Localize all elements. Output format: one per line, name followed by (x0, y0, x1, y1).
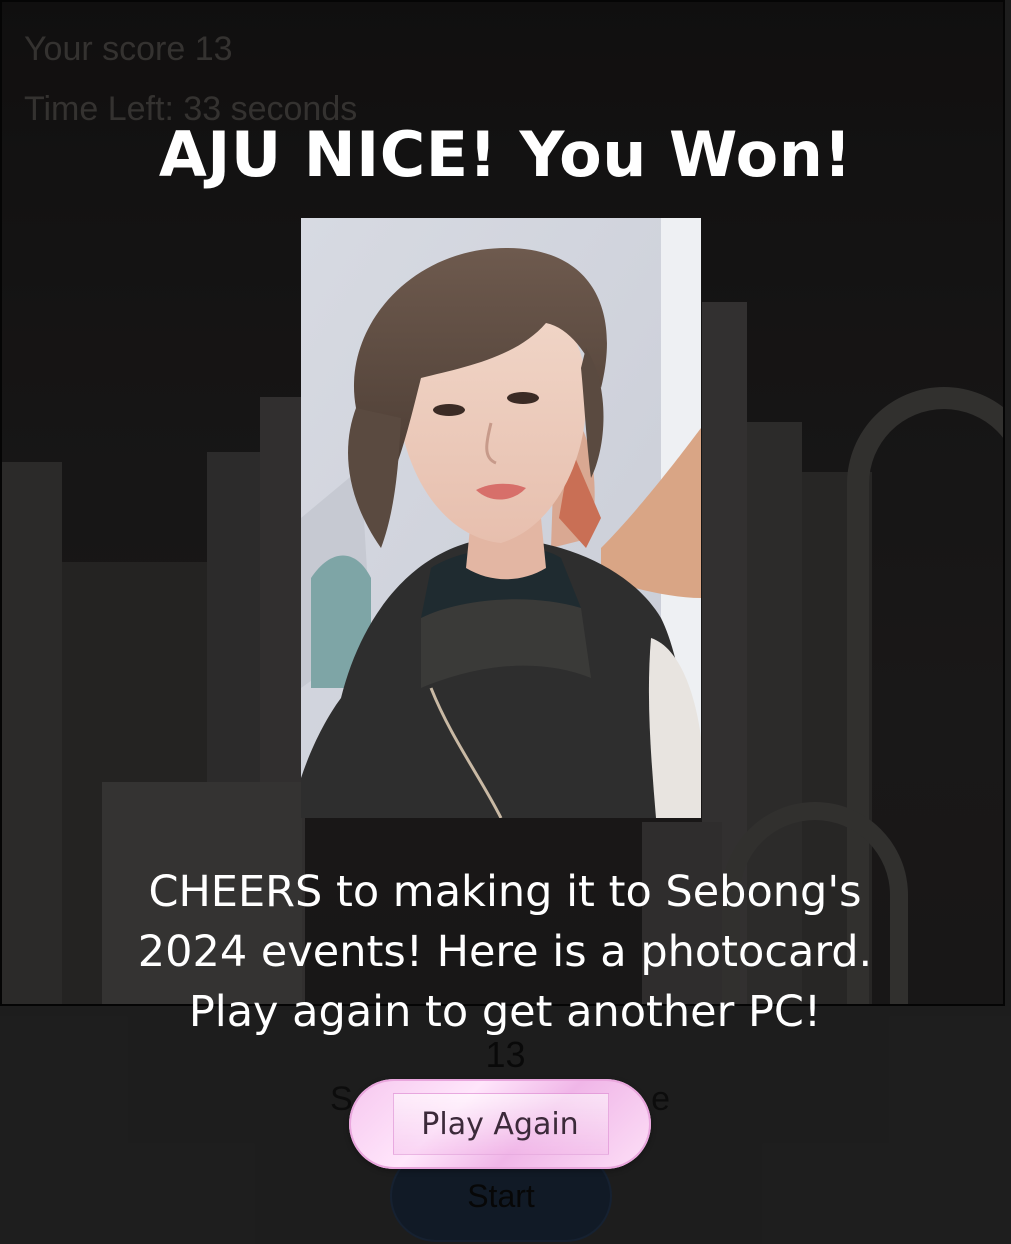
play-again-button[interactable]: Play Again (349, 1079, 651, 1169)
photocard-portrait (301, 218, 701, 818)
game-screen: Your score 13 Time Left: 33 seconds 13 S… (0, 0, 1011, 1244)
win-message: CHEERS to making it to Sebong's 2024 eve… (137, 867, 873, 1037)
win-title: AJU NICE! You Won! (158, 118, 853, 191)
play-again-label: Play Again (421, 1106, 579, 1142)
photocard-image (301, 218, 701, 818)
